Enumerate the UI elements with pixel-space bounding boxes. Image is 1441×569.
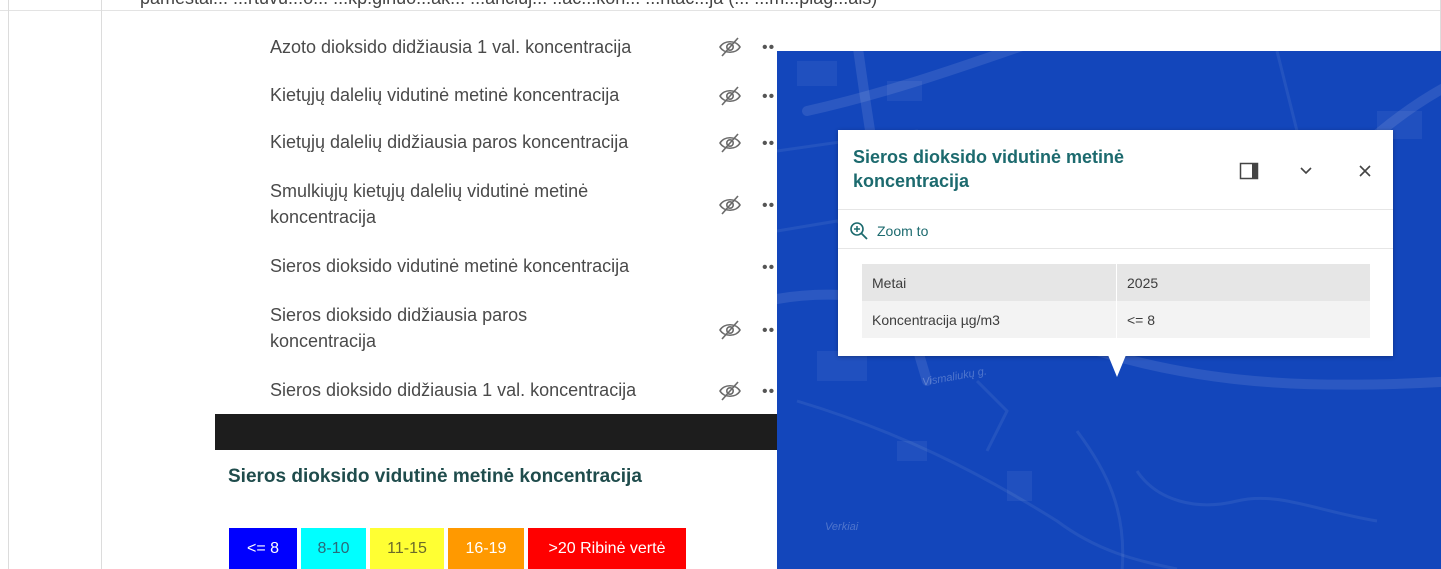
layer-item-label: Kietųjų dalelių vidutinė metinė koncentr… <box>270 85 620 105</box>
layer-options-icon[interactable]: •• <box>762 323 775 339</box>
layer-item-selected[interactable]: Sieros dioksido vidutinė metinė koncentr… <box>215 242 777 290</box>
layer-item-label: Kietųjų dalelių didžiausia paros koncent… <box>270 132 629 152</box>
document-header-fragment: pamestai... ...rtuvu...o... ...kp.ginuo.… <box>0 0 1441 11</box>
popup-title: Sieros dioksido vidutinė metinė koncentr… <box>853 147 1125 191</box>
zoom-in-icon <box>850 222 868 240</box>
layer-options-icon[interactable]: •• <box>762 198 775 214</box>
zoom-to-label: Zoom to <box>877 223 929 239</box>
layer-item-label: Sieros dioksido vidutinė metinė koncentr… <box>270 256 630 276</box>
table-row: Koncentracija µg/m3 <= 8 <box>862 301 1370 338</box>
legend-class-label: 8-10 <box>317 539 350 557</box>
dock-icon <box>1239 162 1259 180</box>
layer-options-icon[interactable]: •• <box>762 89 775 105</box>
eye-hidden-icon[interactable] <box>718 318 742 342</box>
layer-item[interactable]: Kietųjų dalelių didžiausia paros koncent… <box>215 118 777 166</box>
legend-class-label: 11-15 <box>387 539 427 557</box>
eye-hidden-icon[interactable] <box>718 193 742 217</box>
collapse-button[interactable] <box>1291 156 1321 186</box>
screenshot-root: pamestai... ...rtuvu...o... ...kp.ginuo.… <box>0 0 1441 569</box>
layer-item[interactable]: Kietųjų dalelių vidutinė metinė koncentr… <box>215 72 777 118</box>
legend-class-swatch: >20 Ribinė vertė <box>528 528 686 569</box>
chevron-down-icon <box>1300 167 1312 175</box>
popup-divider <box>838 248 1393 249</box>
layer-item[interactable]: Azoto dioksido didžiausia 1 val. koncent… <box>215 22 777 72</box>
document-border-inner <box>101 0 102 569</box>
legend-title: Sieros dioksido vidutinė metinė koncentr… <box>228 466 642 487</box>
popup-pointer <box>1108 355 1126 377</box>
legend-class-label: 16-19 <box>465 539 507 557</box>
layer-options-icon[interactable]: •• <box>762 40 775 56</box>
layer-item-label: Sieros dioksido didžiausia paros koncent… <box>270 305 528 351</box>
feature-popup: Sieros dioksido vidutinė metinė koncentr… <box>838 130 1393 356</box>
zoom-to-button[interactable]: Zoom to <box>849 220 928 242</box>
legend-class-swatch: 8-10 <box>301 528 366 569</box>
document-header-text: pamestai... ...rtuvu...o... ...kp.ginuo.… <box>140 0 877 9</box>
close-icon <box>1359 165 1371 177</box>
layer-item-label: Sieros dioksido didžiausia 1 val. koncen… <box>270 380 637 400</box>
layer-item-label: Smulkiųjų kietųjų dalelių vidutinė metin… <box>270 181 589 227</box>
layer-item[interactable]: Smulkiųjų kietųjų dalelių vidutinė metin… <box>215 166 777 242</box>
eye-hidden-icon[interactable] <box>718 379 742 403</box>
document-border-left <box>8 0 9 569</box>
attribute-key: Metai <box>862 264 1117 301</box>
legend-class-swatch: <= 8 <box>229 528 297 569</box>
eye-hidden-icon[interactable] <box>718 35 742 59</box>
layer-item[interactable]: Sieros dioksido didžiausia 1 val. koncen… <box>215 366 777 414</box>
eye-hidden-icon[interactable] <box>718 84 742 108</box>
legend-class-swatch: 16-19 <box>448 528 524 569</box>
map-place-label: Verkiai <box>825 521 859 533</box>
table-row: Metai 2025 <box>862 264 1370 301</box>
layer-item-label: Azoto dioksido didžiausia 1 val. koncent… <box>270 37 632 57</box>
legend-classes: <= 8 8-10 11-15 16-19 >20 Ribinė vertė <box>229 528 690 569</box>
layer-options-icon[interactable]: •• <box>762 260 775 276</box>
legend-class-label: >20 Ribinė vertė <box>548 539 666 557</box>
attribute-value: 2025 <box>1116 264 1370 301</box>
layer-options-icon[interactable]: •• <box>762 136 775 152</box>
panel-header-bar <box>215 414 777 450</box>
legend-class-label: <= 8 <box>246 539 280 557</box>
attribute-key: Koncentracija µg/m3 <box>862 301 1117 338</box>
layer-item[interactable]: Sieros dioksido didžiausia paros koncent… <box>215 290 777 366</box>
eye-hidden-icon[interactable] <box>718 131 742 155</box>
close-button[interactable] <box>1350 156 1380 186</box>
popup-divider <box>838 209 1393 210</box>
attribute-table: Metai 2025 Koncentracija µg/m3 <= 8 <box>862 264 1370 338</box>
layer-options-icon[interactable]: •• <box>762 384 775 400</box>
attribute-value: <= 8 <box>1116 301 1370 338</box>
legend-class-swatch: 11-15 <box>370 528 444 569</box>
dock-button[interactable] <box>1234 156 1264 186</box>
